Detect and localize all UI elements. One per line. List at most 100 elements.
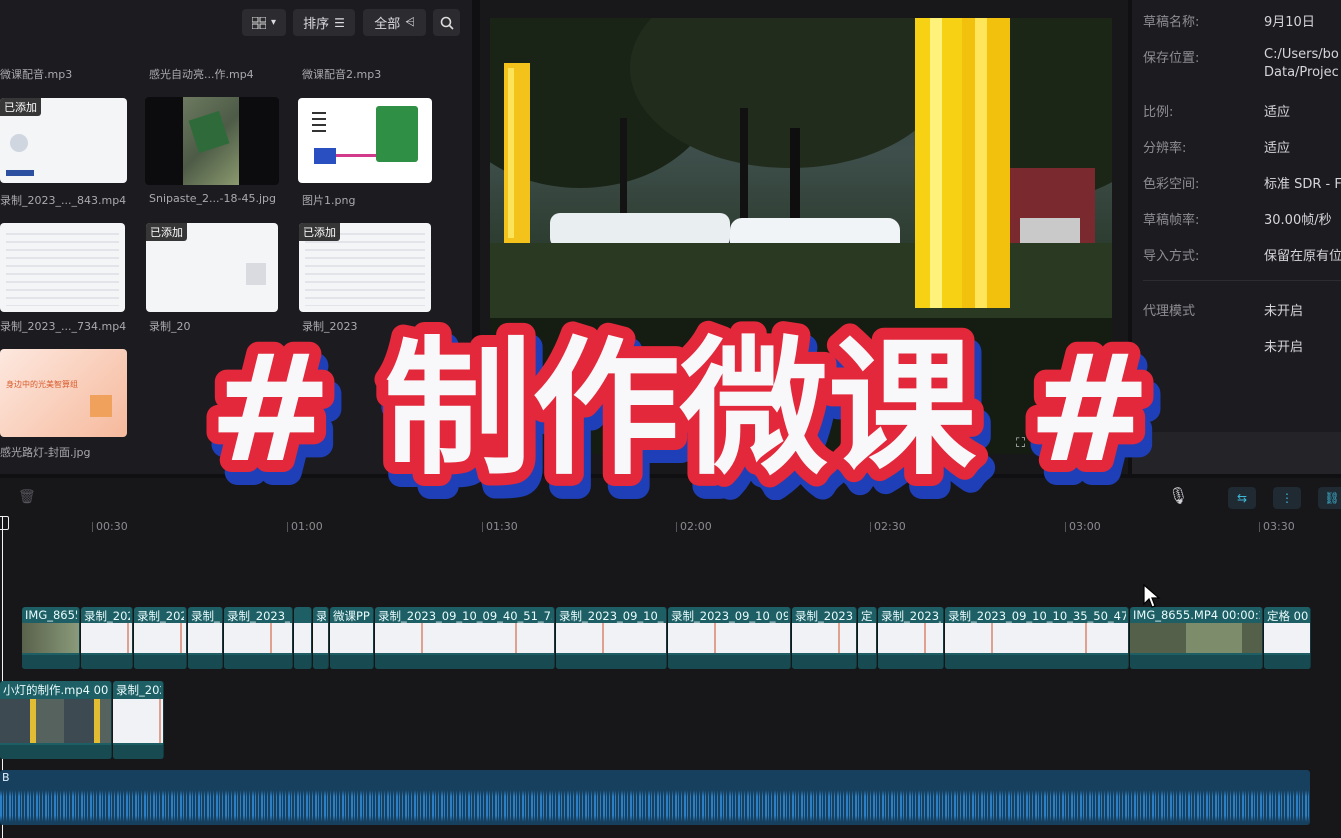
sort-label: 排序	[303, 17, 330, 32]
timeline-clip[interactable]: 录	[313, 607, 329, 669]
thumb-graphic	[10, 134, 28, 152]
prop-value-line2: Data/Projec	[1264, 65, 1339, 80]
grid-view-icon	[251, 16, 266, 29]
timeline-clip[interactable]: 定	[858, 607, 877, 669]
media-item-name[interactable]: 感光路灯-封面.jpg	[0, 444, 135, 460]
timeline-clip[interactable]: 录制_2023_09_10_09_40_51_738.	[375, 607, 555, 669]
thumb-doc	[6, 233, 119, 306]
ruler-label: 01:30	[486, 520, 518, 533]
ruler-tick	[92, 522, 93, 532]
added-badge: 已添加	[146, 223, 187, 241]
timeline-clip[interactable]: 录制_2023_	[224, 607, 293, 669]
clip-frames	[945, 623, 1128, 653]
timeline-clip[interactable]: 录制_202	[134, 607, 187, 669]
clip-label: 录制_2023_09_10_09_40_51_738.	[378, 609, 552, 623]
prop-label: 导入方式:	[1143, 249, 1200, 264]
clip-label: 定	[861, 609, 873, 623]
timeline-clip[interactable]: 录制_2023	[792, 607, 857, 669]
prop-label: 色彩空间:	[1143, 177, 1200, 192]
media-thumbnail[interactable]: 已添加	[146, 223, 278, 312]
clip-strip	[878, 655, 943, 669]
ruler-label: 02:30	[874, 520, 906, 533]
search-button[interactable]	[433, 9, 460, 36]
media-item-name[interactable]: 图片1.png	[302, 192, 432, 208]
clip-strip	[556, 655, 666, 669]
thumb-sensor	[314, 148, 336, 164]
clip-strip	[0, 745, 111, 759]
media-item-name[interactable]: Snipaste_2...-18-45.jpg	[149, 192, 279, 205]
ruler-label: 01:00	[291, 520, 323, 533]
search-icon	[440, 16, 454, 30]
media-item-name[interactable]: 感光自动亮...作.mp4	[149, 66, 279, 82]
overlay-clip[interactable]: 小灯的制作.mp4 00:0	[0, 681, 112, 759]
media-thumbnail[interactable]	[0, 223, 125, 312]
clip-label: 录制_2023_09_10_1	[559, 609, 664, 623]
thumb-graphic	[246, 263, 266, 285]
media-thumbnail[interactable]: 已添加	[299, 223, 431, 312]
clip-frames	[1130, 623, 1262, 653]
chain-icon[interactable]: ⛓	[1318, 487, 1341, 509]
link-icon[interactable]: ⇆	[1228, 487, 1256, 509]
prop-value: 适应	[1264, 141, 1291, 156]
ruler-label: 03:00	[1069, 520, 1101, 533]
media-item-name[interactable]: 微课配音.mp3	[0, 66, 130, 82]
clip-strip	[858, 655, 876, 669]
timeline-clip[interactable]: 定格 00	[1264, 607, 1311, 669]
timeline-clip[interactable]: IMG_8655.MP4 00:00:2	[1130, 607, 1263, 669]
audio-clip[interactable]: B	[0, 770, 1310, 825]
ruler-label: 03:30	[1263, 520, 1295, 533]
thumb-graphic	[90, 395, 112, 417]
playhead-handle[interactable]	[0, 516, 9, 530]
filter-button[interactable]: 全部 ⩤	[363, 9, 426, 36]
overlay-clip[interactable]: 录制_202	[113, 681, 164, 759]
timeline-clip[interactable]: 录制_	[188, 607, 223, 669]
clip-frames	[858, 623, 876, 653]
timeline-clip[interactable]: 录制_2023_09_10_10_35_50_471.n	[945, 607, 1129, 669]
clip-frames	[294, 623, 311, 653]
timeline-clip[interactable]: 录制_2023_09_10_09_	[668, 607, 791, 669]
divider	[1143, 280, 1341, 281]
thumb-legend	[312, 112, 326, 136]
timeline-clip[interactable]: 录制_2023_09_10_1	[556, 607, 667, 669]
delete-icon[interactable]: 🗑	[18, 489, 36, 505]
cover-title: 身边中的光美智算组	[6, 380, 78, 389]
prop-label: 分辨率:	[1143, 141, 1187, 156]
filter-icon: ⩤	[405, 15, 415, 29]
view-toggle-button[interactable]: ▾	[242, 9, 286, 36]
clip-strip	[134, 655, 186, 669]
prop-label: 保存位置:	[1143, 51, 1200, 66]
clip-label: IMG_8655	[25, 608, 77, 622]
media-item-name[interactable]: 微课配音2.mp3	[302, 66, 432, 82]
timeline-clip[interactable]: IMG_8655	[22, 607, 80, 669]
thumb-wire	[336, 154, 376, 157]
prop-value: 未开启	[1264, 304, 1304, 319]
media-item-name[interactable]: 录制_2023_..._734.mp4	[0, 318, 135, 334]
clip-frames	[188, 623, 222, 653]
clip-frames	[134, 623, 186, 653]
timeline-clip[interactable]	[294, 607, 312, 669]
prop-value: 未开启	[1264, 340, 1304, 355]
thumb-doc	[305, 233, 425, 306]
timeline-clip[interactable]: 录制_2023_	[878, 607, 944, 669]
audio-waveform	[0, 790, 1310, 822]
timeline-clip[interactable]: 微课PP	[330, 607, 374, 669]
clip-strip	[224, 655, 292, 669]
timeline-clip[interactable]: 录制_202	[81, 607, 133, 669]
prop-value: 适应	[1264, 105, 1291, 120]
media-thumbnail[interactable]: 已添加	[0, 98, 127, 183]
split-icon[interactable]: ⋮	[1273, 487, 1301, 509]
media-thumbnail[interactable]	[145, 97, 279, 185]
clip-strip	[668, 655, 790, 669]
clip-strip	[330, 655, 373, 669]
ruler-tick	[1259, 522, 1260, 532]
clip-label: 录制_202	[84, 609, 130, 623]
media-thumbnail[interactable]	[298, 98, 432, 183]
media-item-name[interactable]: 录制_2023_..._843.mp4	[0, 192, 135, 208]
prop-value: 30.00帧/秒	[1264, 213, 1332, 228]
sort-icon: ☰	[334, 15, 345, 30]
media-thumbnail[interactable]: 身边中的光美智算组	[0, 349, 127, 437]
sort-button[interactable]: 排序 ☰	[293, 9, 355, 36]
clip-strip	[294, 655, 311, 669]
clip-frames	[113, 699, 163, 743]
clip-label: 录制_2023	[795, 609, 854, 623]
